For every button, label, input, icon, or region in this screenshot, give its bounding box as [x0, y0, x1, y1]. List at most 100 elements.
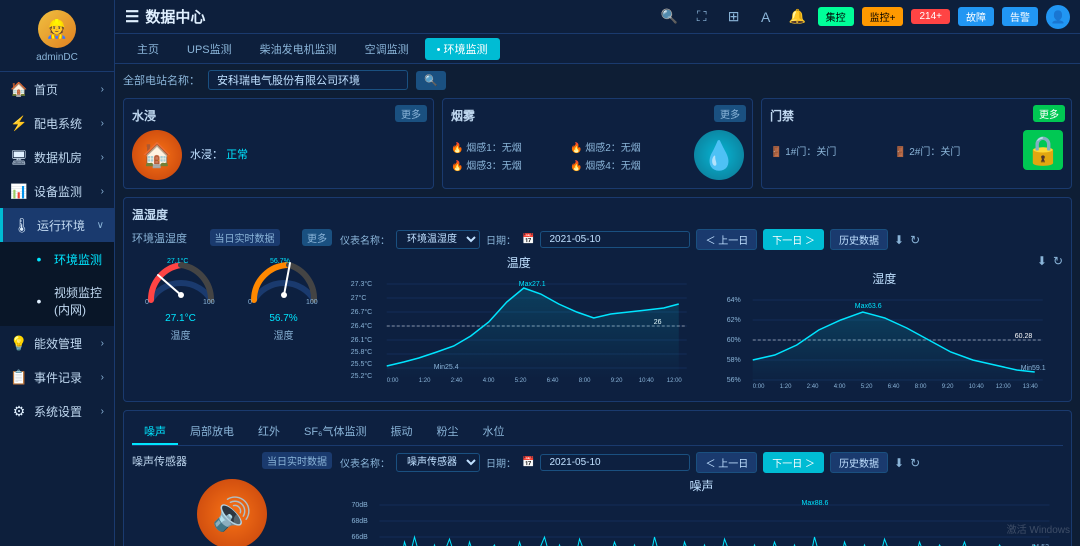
- badge-fault[interactable]: 故障: [958, 7, 994, 26]
- noise-chart-controls: 仪表名称： 噪声传感器 日期： 📅 ＜ 上一日 下一日 ＞ 历史数据 ⬇ ↻: [340, 452, 1063, 473]
- humi-gauge-value: 56.7%: [235, 313, 332, 324]
- search-icon[interactable]: 🔍: [658, 5, 682, 29]
- noise-sensor-label: 仪表名称：: [340, 455, 390, 470]
- temp-chart-svg: 27.3°C 27°C 26.7°C 26.4°C 26.1°C 25.8°C …: [340, 274, 698, 384]
- smoke-more-button[interactable]: 更多: [714, 105, 746, 122]
- btab-noise[interactable]: 噪声: [132, 419, 178, 445]
- svg-text:27.1°C: 27.1°C: [167, 257, 188, 265]
- font-icon[interactable]: A: [754, 5, 778, 29]
- svg-text:10:40: 10:40: [968, 384, 984, 390]
- sidebar-item-settings[interactable]: ⚙ 系统设置 ›: [0, 394, 114, 428]
- svg-text:1:20: 1:20: [419, 378, 431, 384]
- badge-count[interactable]: 214+: [911, 9, 950, 24]
- noise-date-input[interactable]: [540, 454, 690, 471]
- svg-text:12:00: 12:00: [667, 378, 683, 384]
- noise-history-button[interactable]: 历史数据: [830, 452, 888, 473]
- sidebar-item-efficiency[interactable]: 💡 能效管理 ›: [0, 326, 114, 360]
- humi-download-icon[interactable]: ⬇: [1037, 254, 1047, 268]
- expand-icon[interactable]: ⊞: [722, 5, 746, 29]
- sidebar-item-monitor[interactable]: 📊 设备监测 ›: [0, 174, 114, 208]
- fullscreen-icon[interactable]: ⛶: [690, 5, 714, 29]
- smoke-item-2: 🔥 烟感2：无烟: [570, 139, 686, 154]
- bottom-tabs: 噪声 局部放电 红外 SF₆气体监测 振动 粉尘 水位: [132, 419, 1063, 446]
- home-icon: 🏠: [10, 80, 28, 98]
- svg-text:64%: 64%: [726, 297, 740, 304]
- svg-text:60.28: 60.28: [1014, 333, 1032, 340]
- tab-diesel[interactable]: 柴油发电机监测: [248, 38, 349, 60]
- noise-chart-title: 噪声: [340, 477, 1063, 494]
- temp-chart-box: 温度 27.3°C 27°C 26.7°C 26.4°C 26.1°C 25.8…: [340, 254, 698, 393]
- tab-env[interactable]: • 环境监测: [425, 38, 500, 60]
- station-search-button[interactable]: 🔍: [416, 71, 446, 90]
- main-area: ☰ 数据中心 🔍 ⛶ ⊞ A 🔔 集控 监控+ 214+ 故障 告警 👤 主页 …: [115, 0, 1080, 546]
- tab-home[interactable]: 主页: [125, 38, 171, 60]
- sidebar-label-efficiency: 能效管理: [34, 335, 101, 352]
- water-icon: 🏠: [132, 130, 182, 180]
- water-status: 水浸： 正常: [190, 146, 425, 162]
- sidebar-item-environment[interactable]: 🌡 运行环境 ∨: [0, 208, 114, 242]
- smoke-item-4: 🔥 烟感4：无烟: [570, 157, 686, 172]
- next-day-button[interactable]: 下一日 ＞: [763, 229, 824, 250]
- sidebar-label-environment: 运行环境: [37, 217, 97, 234]
- sidebar-item-env-monitor[interactable]: • 环境监测: [0, 242, 114, 276]
- sidebar-item-video[interactable]: • 视频监控(内网): [0, 276, 114, 326]
- btab-infrared[interactable]: 红外: [246, 419, 292, 445]
- prev-day-button[interactable]: ＜ 上一日: [696, 229, 757, 250]
- avatar[interactable]: 👷: [38, 10, 76, 48]
- sidebar-label-home: 首页: [34, 81, 101, 98]
- station-input[interactable]: [208, 70, 408, 90]
- sidebar-item-home[interactable]: 🏠 首页 ›: [0, 72, 114, 106]
- noise-prev-button[interactable]: ＜ 上一日: [696, 452, 757, 473]
- chevron-icon2: ›: [101, 118, 104, 129]
- badge-alarm[interactable]: 告警: [1002, 7, 1038, 26]
- history-button[interactable]: 历史数据: [830, 229, 888, 250]
- noise-next-button[interactable]: 下一日 ＞: [763, 452, 824, 473]
- badge-jikong[interactable]: 集控: [818, 7, 854, 26]
- btab-partial[interactable]: 局部放电: [178, 419, 246, 445]
- power-icon: ⚡: [10, 114, 28, 132]
- svg-text:6:40: 6:40: [547, 378, 559, 384]
- charts-row: 温度 27.3°C 27°C 26.7°C 26.4°C 26.1°C 25.8…: [340, 254, 1063, 393]
- chart-panel: 仪表名称： 环境温湿度 日期： 📅 ＜ 上一日 下一日 ＞ 历史数据 ⬇ ↻: [340, 229, 1063, 393]
- svg-text:8:00: 8:00: [579, 378, 591, 384]
- date-input[interactable]: [540, 231, 690, 248]
- sidebar-label-power: 配电系统: [34, 115, 101, 132]
- sidebar-item-datacenter[interactable]: 🖥 数据机房 ›: [0, 140, 114, 174]
- btab-sf6[interactable]: SF₆气体监测: [292, 419, 379, 445]
- badge-jiankong[interactable]: 监控+: [862, 7, 904, 26]
- humi-refresh-icon[interactable]: ↻: [1053, 254, 1063, 268]
- sidebar-label-events: 事件记录: [34, 369, 101, 386]
- door-item-1: 🚪 1#门：关门: [770, 143, 891, 158]
- noise-panel-title: 噪声传感器: [132, 453, 187, 469]
- sidebar-item-events[interactable]: 📋 事件记录 ›: [0, 360, 114, 394]
- refresh-icon[interactable]: ↻: [910, 233, 920, 247]
- temp-humi-title: 温湿度: [132, 206, 1063, 223]
- tab-ac[interactable]: 空调监测: [353, 38, 421, 60]
- menu-icon[interactable]: ☰: [125, 7, 139, 27]
- noise-icon: 🔊: [197, 479, 267, 546]
- smoke-card-content: 🔥 烟感1：无烟 🔥 烟感2：无烟 🔥 烟感3：无烟 🔥 烟感4：无烟 💧: [451, 130, 744, 180]
- door-more-button[interactable]: 更多: [1033, 105, 1065, 122]
- svg-text:60%: 60%: [726, 337, 740, 344]
- tab-ups[interactable]: UPS监测: [175, 38, 244, 60]
- door-card-title: 门禁: [770, 107, 1063, 124]
- svg-text:5:20: 5:20: [515, 378, 527, 384]
- water-more-button[interactable]: 更多: [395, 105, 427, 122]
- btab-dust[interactable]: 粉尘: [425, 419, 471, 445]
- download-icon[interactable]: ⬇: [894, 233, 904, 247]
- sidebar-item-power[interactable]: ⚡ 配电系统 ›: [0, 106, 114, 140]
- btab-vibration[interactable]: 振动: [379, 419, 425, 445]
- gauges-more-tag[interactable]: 更多: [302, 229, 332, 246]
- sensor-select[interactable]: 环境温湿度: [396, 230, 480, 249]
- svg-text:56%: 56%: [726, 377, 740, 384]
- noise-sensor-select[interactable]: 噪声传感器: [396, 453, 480, 472]
- bell-icon[interactable]: 🔔: [786, 5, 810, 29]
- svg-text:12:00: 12:00: [995, 384, 1011, 390]
- temp-icon: 🌡: [13, 216, 31, 234]
- chevron-icon5: ∨: [97, 220, 104, 231]
- noise-refresh-icon[interactable]: ↻: [910, 456, 920, 470]
- noise-download-icon[interactable]: ⬇: [894, 456, 904, 470]
- svg-text:4:00: 4:00: [483, 378, 495, 384]
- btab-water[interactable]: 水位: [471, 419, 517, 445]
- user-menu-button[interactable]: 👤: [1046, 5, 1070, 29]
